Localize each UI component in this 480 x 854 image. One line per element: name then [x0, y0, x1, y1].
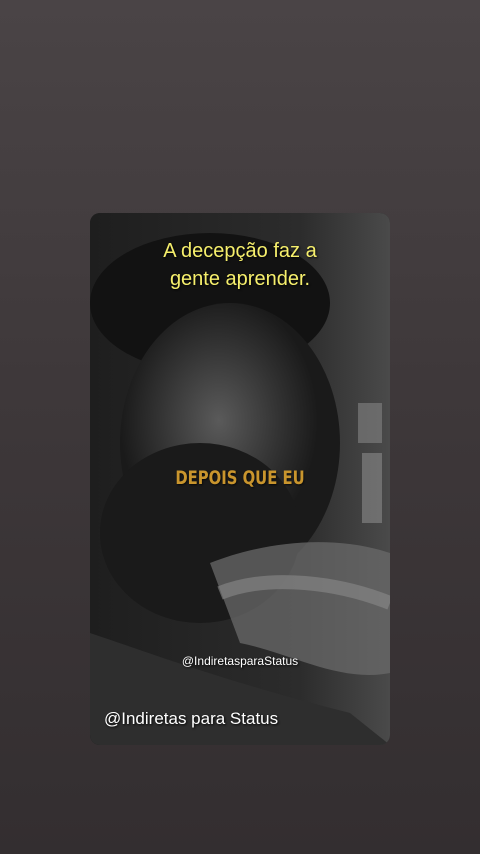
watermark-handle: @IndiretasparaStatus [181, 654, 299, 668]
quote-line-2: gente aprender. [169, 268, 311, 290]
overlay-caption: DEPOIS QUE EU [175, 467, 305, 489]
story-card[interactable]: A decepção faz a gente aprender. DEPOIS … [90, 213, 390, 745]
quote-line-1: A decepção faz a [163, 240, 317, 262]
quote-text: A decepção faz a gente aprender. [90, 237, 390, 293]
account-handle[interactable]: @Indiretas para Status [104, 709, 278, 729]
